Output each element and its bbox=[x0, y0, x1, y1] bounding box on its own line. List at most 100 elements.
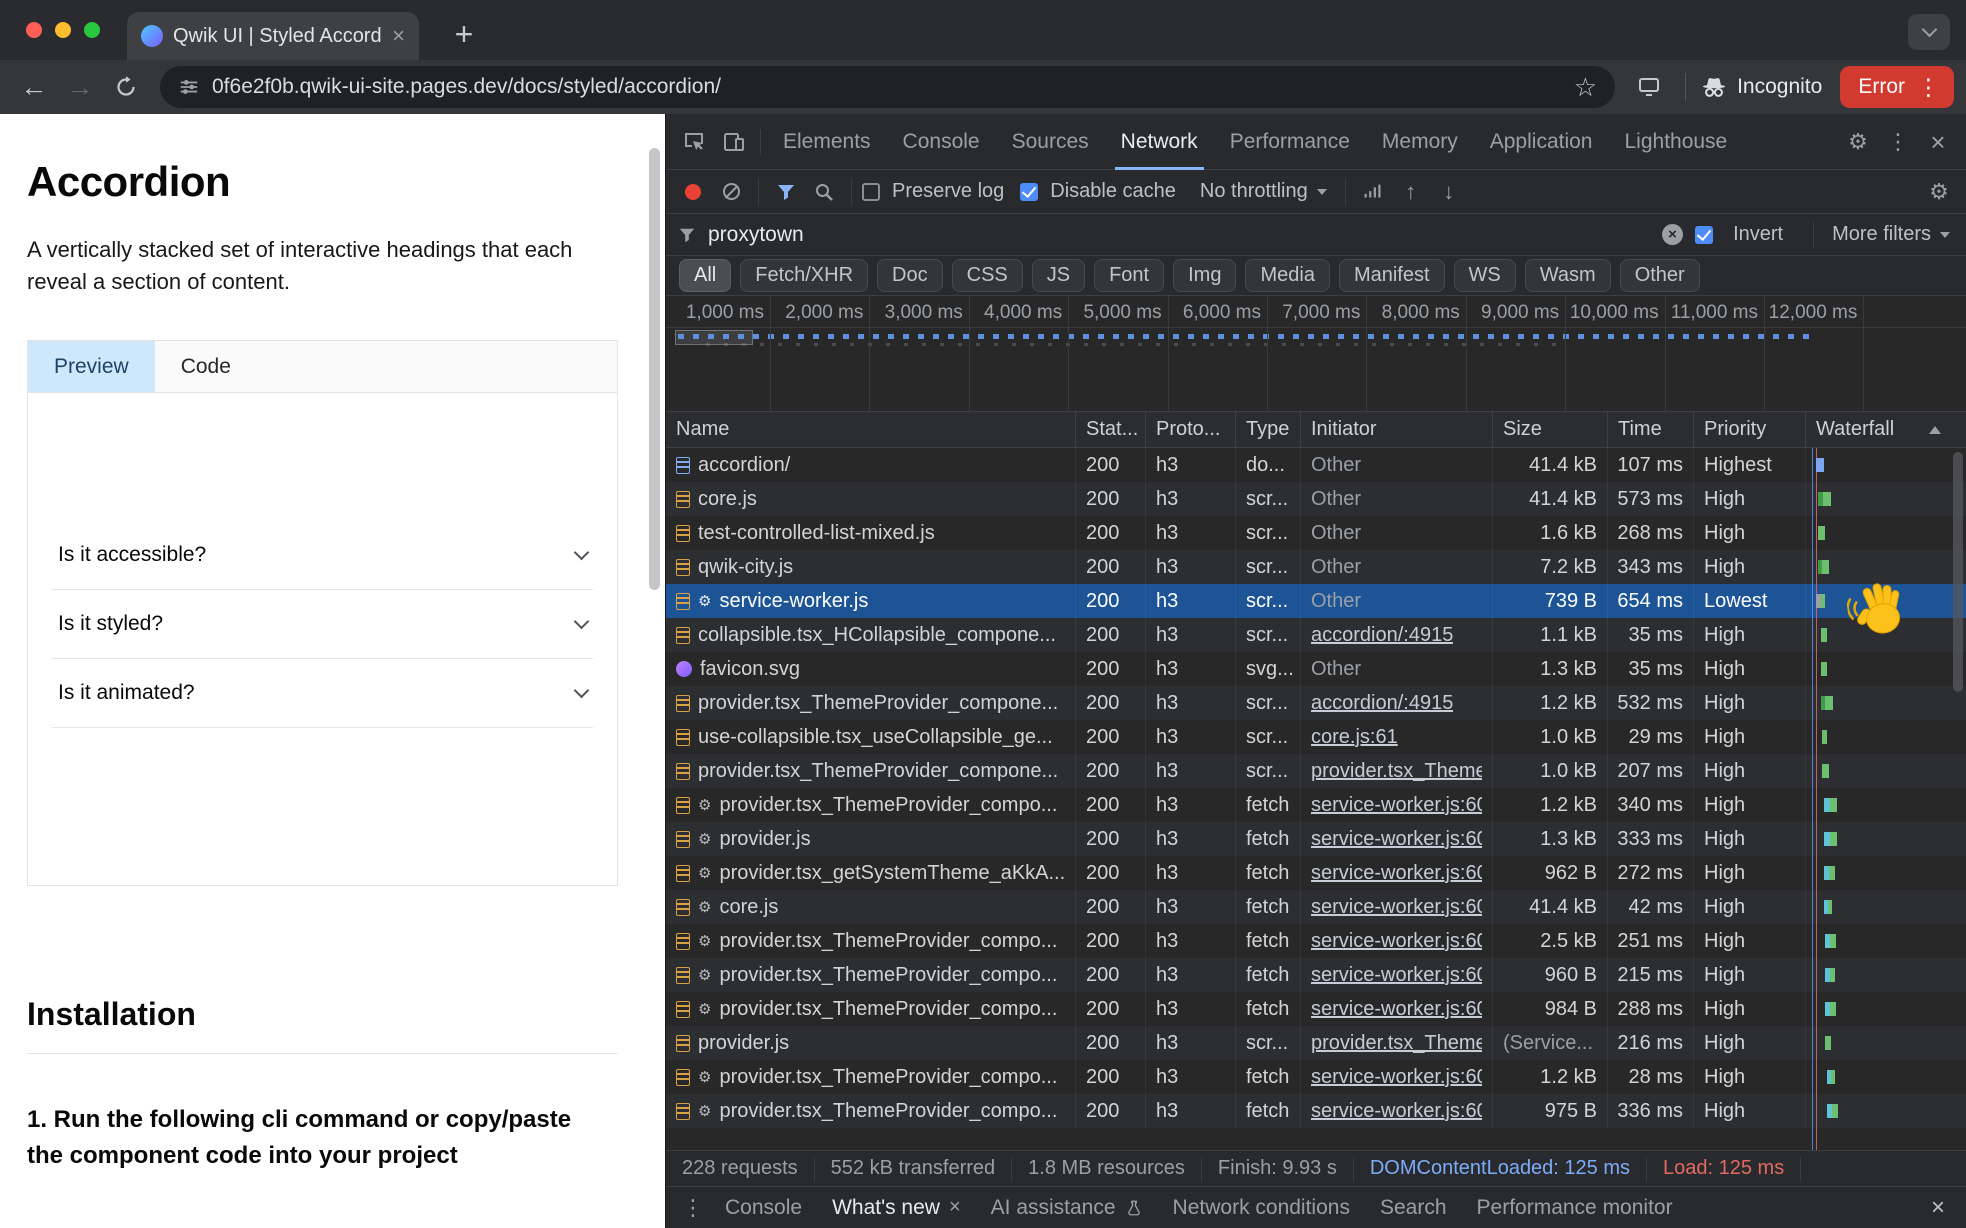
site-settings-icon[interactable] bbox=[178, 76, 200, 98]
filter-chip-img[interactable]: Img bbox=[1173, 259, 1236, 292]
table-row[interactable]: core.js200h3scr...Other41.4 kB573 msHigh bbox=[666, 482, 1966, 516]
tab-preview[interactable]: Preview bbox=[28, 341, 155, 392]
maximize-window-button[interactable] bbox=[84, 22, 100, 38]
drawer-menu-button[interactable]: ⋮ bbox=[676, 1191, 710, 1225]
filter-chip-doc[interactable]: Doc bbox=[877, 259, 943, 292]
initiator-link[interactable]: provider.tsx_ThemeF bbox=[1311, 1032, 1482, 1055]
drawer-tab-console[interactable]: Console bbox=[710, 1187, 817, 1228]
devtools-settings-button[interactable]: ⚙ bbox=[1838, 120, 1878, 164]
devtools-tab-application[interactable]: Application bbox=[1474, 114, 1609, 170]
devtools-tab-network[interactable]: Network bbox=[1105, 114, 1214, 170]
more-filters-button[interactable]: More filters bbox=[1832, 223, 1950, 246]
address-bar[interactable]: 0f6e2f0b.qwik-ui-site.pages.dev/docs/sty… bbox=[160, 66, 1615, 108]
initiator-link[interactable]: service-worker.js:60 bbox=[1311, 1066, 1482, 1089]
network-conditions-button[interactable] bbox=[1356, 175, 1390, 209]
table-row[interactable]: ⚙core.js200h3fetchservice-worker.js:6041… bbox=[666, 890, 1966, 924]
reload-button[interactable] bbox=[104, 65, 148, 109]
table-row[interactable]: provider.tsx_ThemeProvider_compone...200… bbox=[666, 686, 1966, 720]
filter-chip-media[interactable]: Media bbox=[1245, 259, 1329, 292]
accordion-trigger-styled[interactable]: Is it styled? bbox=[52, 590, 593, 659]
column-header-size[interactable]: Size bbox=[1493, 412, 1608, 447]
new-tab-button[interactable]: + bbox=[444, 14, 484, 54]
column-header-name[interactable]: Name bbox=[666, 412, 1076, 447]
initiator-link[interactable]: core.js:61 bbox=[1311, 726, 1398, 749]
initiator-link[interactable]: service-worker.js:60 bbox=[1311, 794, 1482, 817]
table-row[interactable]: ⚙provider.tsx_ThemeProvider_compo...200h… bbox=[666, 1094, 1966, 1128]
device-toolbar-button[interactable] bbox=[714, 120, 754, 164]
table-row[interactable]: ⚙provider.tsx_ThemeProvider_compo...200h… bbox=[666, 958, 1966, 992]
filter-chip-wasm[interactable]: Wasm bbox=[1525, 259, 1611, 292]
table-row[interactable]: use-collapsible.tsx_useCollapsible_ge...… bbox=[666, 720, 1966, 754]
column-header-protocol[interactable]: Proto... bbox=[1146, 412, 1236, 447]
column-header-priority[interactable]: Priority bbox=[1694, 412, 1806, 447]
initiator-link[interactable]: service-worker.js:60 bbox=[1311, 862, 1482, 885]
table-row[interactable]: test-controlled-list-mixed.js200h3scr...… bbox=[666, 516, 1966, 550]
minimize-window-button[interactable] bbox=[55, 22, 71, 38]
table-row[interactable]: collapsible.tsx_HCollapsible_compone...2… bbox=[666, 618, 1966, 652]
back-button[interactable]: ← bbox=[12, 65, 56, 109]
devtools-tab-sources[interactable]: Sources bbox=[996, 114, 1105, 170]
network-settings-button[interactable]: ⚙ bbox=[1922, 175, 1956, 209]
table-row[interactable]: ⚙provider.tsx_getSystemTheme_aKkA...200h… bbox=[666, 856, 1966, 890]
initiator-link[interactable]: accordion/:4915 bbox=[1311, 692, 1453, 715]
browser-tab[interactable]: Qwik UI | Styled Accordion Co × bbox=[127, 12, 419, 60]
table-row[interactable]: favicon.svg200h3svg...Other1.3 kB35 msHi… bbox=[666, 652, 1966, 686]
send-to-device-button[interactable] bbox=[1627, 65, 1671, 109]
drawer-tab-performance-monitor[interactable]: Performance monitor bbox=[1462, 1187, 1688, 1228]
clear-filter-icon[interactable]: × bbox=[1662, 224, 1683, 245]
initiator-link[interactable]: service-worker.js:60 bbox=[1311, 930, 1482, 953]
disable-cache-checkbox[interactable] bbox=[1020, 183, 1038, 201]
clear-network-log-button[interactable] bbox=[714, 175, 748, 209]
throttling-select[interactable]: No throttling bbox=[1200, 180, 1327, 203]
column-header-time[interactable]: Time bbox=[1608, 412, 1694, 447]
filter-chip-other[interactable]: Other bbox=[1620, 259, 1700, 292]
accordion-trigger-animated[interactable]: Is it animated? bbox=[52, 659, 593, 728]
filter-toggle-button[interactable] bbox=[769, 175, 803, 209]
initiator-link[interactable]: service-worker.js:60 bbox=[1311, 964, 1482, 987]
inspect-element-button[interactable] bbox=[674, 120, 714, 164]
initiator-link[interactable]: service-worker.js:60 bbox=[1311, 1100, 1482, 1123]
table-row[interactable]: ⚙provider.tsx_ThemeProvider_compo...200h… bbox=[666, 788, 1966, 822]
table-row[interactable]: ⚙service-worker.js200h3scr...Other739 B6… bbox=[666, 584, 1966, 618]
initiator-link[interactable]: service-worker.js:60 bbox=[1311, 998, 1482, 1021]
filter-chip-manifest[interactable]: Manifest bbox=[1339, 259, 1445, 292]
column-header-initiator[interactable]: Initiator bbox=[1301, 412, 1493, 447]
forward-button[interactable]: → bbox=[58, 65, 102, 109]
bookmark-star-icon[interactable]: ☆ bbox=[1574, 72, 1597, 103]
tab-close-icon[interactable]: × bbox=[392, 25, 405, 47]
initiator-link[interactable]: accordion/:4915 bbox=[1311, 624, 1453, 647]
table-scrollbar[interactable] bbox=[1953, 452, 1963, 692]
filter-input[interactable] bbox=[708, 223, 1650, 247]
column-header-waterfall[interactable]: Waterfall bbox=[1806, 412, 1951, 447]
export-har-button[interactable]: ↓ bbox=[1432, 175, 1466, 209]
table-row[interactable]: qwik-city.js200h3scr...Other7.2 kB343 ms… bbox=[666, 550, 1966, 584]
table-row[interactable]: ⚙provider.tsx_ThemeProvider_compo...200h… bbox=[666, 1060, 1966, 1094]
filter-chip-fetch-xhr[interactable]: Fetch/XHR bbox=[740, 259, 868, 292]
url-text[interactable]: 0f6e2f0b.qwik-ui-site.pages.dev/docs/sty… bbox=[212, 75, 1562, 99]
initiator-link[interactable]: service-worker.js:60 bbox=[1311, 896, 1482, 919]
initiator-link[interactable]: service-worker.js:60 bbox=[1311, 828, 1482, 851]
filter-chip-font[interactable]: Font bbox=[1094, 259, 1164, 292]
accordion-trigger-accessible[interactable]: Is it accessible? bbox=[52, 521, 593, 590]
table-row[interactable]: accordion/200h3do...Other41.4 kB107 msHi… bbox=[666, 448, 1966, 482]
drawer-tab-what-s-new[interactable]: What's new× bbox=[817, 1187, 976, 1228]
devtools-tab-elements[interactable]: Elements bbox=[767, 114, 887, 170]
drawer-tab-search[interactable]: Search bbox=[1365, 1187, 1462, 1228]
table-row[interactable]: provider.tsx_ThemeProvider_compone...200… bbox=[666, 754, 1966, 788]
invert-checkbox[interactable] bbox=[1695, 226, 1713, 244]
filter-chip-ws[interactable]: WS bbox=[1454, 259, 1516, 292]
table-row[interactable]: ⚙provider.tsx_ThemeProvider_compo...200h… bbox=[666, 992, 1966, 1026]
drawer-close-button[interactable]: × bbox=[1920, 1190, 1956, 1226]
table-row[interactable]: provider.js200h3scr...provider.tsx_Theme… bbox=[666, 1026, 1966, 1060]
devtools-menu-button[interactable]: ⋮ bbox=[1878, 120, 1918, 164]
close-window-button[interactable] bbox=[26, 22, 42, 38]
filter-chip-css[interactable]: CSS bbox=[952, 259, 1023, 292]
table-row[interactable]: ⚙provider.tsx_ThemeProvider_compo...200h… bbox=[666, 924, 1966, 958]
devtools-tab-lighthouse[interactable]: Lighthouse bbox=[1608, 114, 1743, 170]
tab-search-button[interactable] bbox=[1908, 14, 1950, 50]
drawer-tab-network-conditions[interactable]: Network conditions bbox=[1158, 1187, 1365, 1228]
page-scrollbar[interactable] bbox=[649, 148, 660, 590]
close-icon[interactable]: × bbox=[949, 1196, 961, 1219]
devtools-tab-memory[interactable]: Memory bbox=[1366, 114, 1474, 170]
column-header-status[interactable]: Stat... bbox=[1076, 412, 1146, 447]
